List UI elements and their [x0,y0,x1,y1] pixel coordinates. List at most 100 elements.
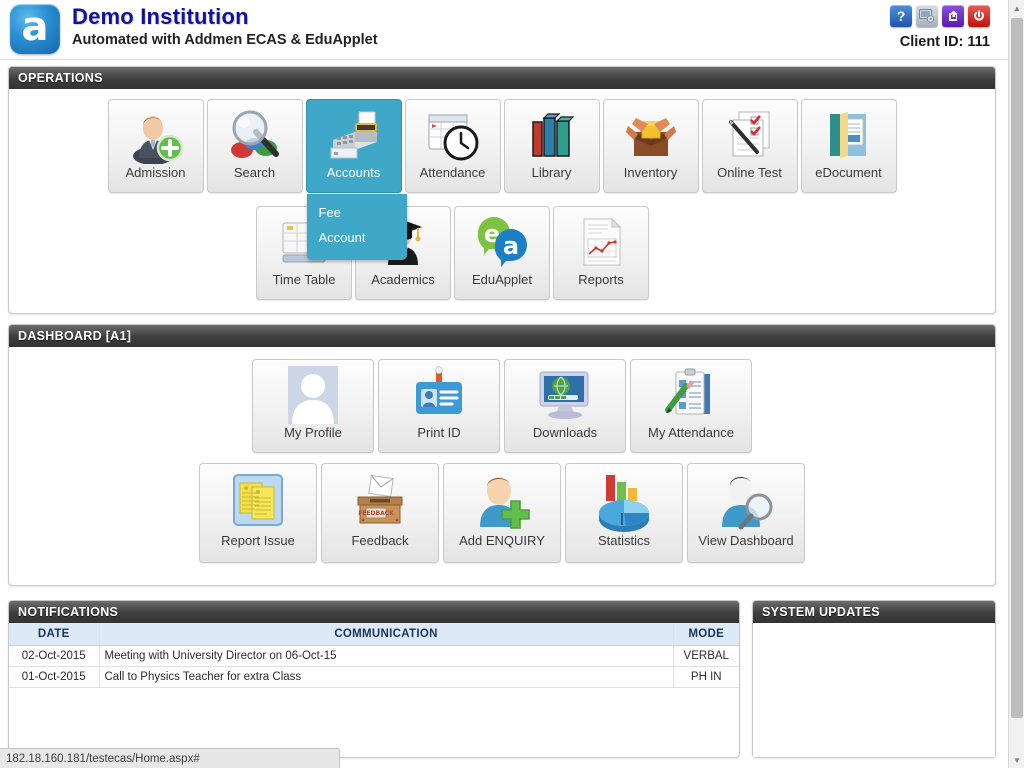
cell-communication: Call to Physics Teacher for extra Class [99,666,673,687]
id-card-icon [379,360,499,426]
user-plus-icon [444,464,560,534]
svg-text:FEEDBACK: FEEDBACK [358,510,394,517]
operation-tile-attendance[interactable]: Attendance [405,99,501,193]
dropdown-item-account[interactable]: Account [307,225,407,250]
cell-mode: VERBAL [673,645,739,666]
operations-row-1: Admission Search [9,99,995,193]
logo-letter: a [22,7,49,47]
help-icon[interactable]: ? [890,5,912,27]
operation-tile-inventory[interactable]: Inventory [603,99,699,193]
app-logo: a [10,4,60,54]
operation-tile-label: Library [505,166,599,180]
dashboard-tile-add-enquiry[interactable]: Add ENQUIRY [443,463,561,563]
notifications-panel-title: NOTIFICATIONS [18,605,118,619]
svg-text:a: a [503,232,519,260]
dashboard-tile-label: Statistics [566,534,682,548]
export-glyph [946,9,960,23]
checklist-pen-icon [703,100,797,166]
notifications-panel: NOTIFICATIONS DATE COMMUNICATION MODE 02… [8,600,740,758]
page-title: Demo Institution [72,4,249,30]
table-header-row: DATE COMMUNICATION MODE [9,623,739,645]
column-header-date: DATE [9,623,99,645]
system-updates-panel-title: SYSTEM UPDATES [762,605,880,619]
operation-tile-online-test[interactable]: Online Test [702,99,798,193]
dashboard-tile-print-id[interactable]: Print ID [378,359,500,453]
client-id-label: Client ID: 111 [900,34,990,50]
application-window: a Demo Institution Automated with Addmen… [0,0,1024,768]
dashboard-row-2: Report Issue FEEDBACK [9,463,995,563]
power-icon[interactable] [968,5,990,27]
header-icon-group: ? [890,5,990,27]
export-icon[interactable] [942,5,964,27]
operations-panel-title: OPERATIONS [18,71,103,85]
magnifier-icon [208,100,302,166]
dropdown-item-fee[interactable]: Fee [307,200,407,225]
folder-document-icon [802,100,896,166]
operation-tile-label: Online Test [703,166,797,180]
system-updates-panel: SYSTEM UPDATES [752,600,996,758]
scroll-up-arrow-icon[interactable]: ▲ [1009,0,1024,16]
dashboard-tile-label: Add ENQUIRY [444,534,560,548]
operation-tile-accounts[interactable]: Accounts Fee Account [306,99,402,193]
user-add-icon [109,100,203,166]
dashboard-panel: DASHBOARD [A1] My Profile [8,324,996,586]
row2-spacer-right [652,206,949,300]
eduapplet-icon: e a [455,207,549,273]
vertical-scrollbar[interactable]: ▲ ▼ [1008,0,1024,768]
operation-tile-label: Search [208,166,302,180]
dashboard-tile-my-profile[interactable]: My Profile [252,359,374,453]
display-settings-glyph [919,9,935,23]
dashboard-tile-label: My Attendance [631,426,751,440]
calendar-clock-icon [406,100,500,166]
cell-date: 01-Oct-2015 [9,666,99,687]
column-header-mode: MODE [673,623,739,645]
dashboard-tile-report-issue[interactable]: Report Issue [199,463,317,563]
books-icon [505,100,599,166]
user-search-icon [688,464,804,534]
profile-silhouette-icon [253,360,373,426]
monitor-download-icon [505,360,625,426]
accounts-dropdown-menu: Fee Account [307,194,407,260]
report-chart-icon [554,207,648,273]
operation-tile-search[interactable]: Search [207,99,303,193]
operation-tile-label: Academics [356,273,450,287]
page-subtitle: Automated with Addmen ECAS & EduApplet [72,32,378,48]
notifications-table: DATE COMMUNICATION MODE 02-Oct-2015 Meet… [9,623,739,688]
operations-panel-header: OPERATIONS [9,67,995,89]
dashboard-tile-my-attendance[interactable]: My Attendance [630,359,752,453]
display-settings-icon[interactable] [916,5,938,27]
operation-tile-library[interactable]: Library [504,99,600,193]
scroll-down-arrow-icon[interactable]: ▼ [1009,752,1024,768]
table-row[interactable]: 02-Oct-2015 Meeting with University Dire… [9,645,739,666]
dashboard-tile-statistics[interactable]: Statistics [565,463,683,563]
operation-tile-eduapplet[interactable]: e a EduApplet [454,206,550,300]
dashboard-tile-downloads[interactable]: Downloads [504,359,626,453]
operation-tile-label: Attendance [406,166,500,180]
dashboard-tile-view-dashboard[interactable]: View Dashboard [687,463,805,563]
operation-tile-label: EduApplet [455,273,549,287]
table-row[interactable]: 01-Oct-2015 Call to Physics Teacher for … [9,666,739,687]
dashboard-tile-feedback[interactable]: FEEDBACK Feedback [321,463,439,563]
dashboard-panel-title: DASHBOARD [A1] [18,329,131,343]
dashboard-tile-label: My Profile [253,426,373,440]
notifications-table-head: DATE COMMUNICATION MODE [9,623,739,645]
cash-register-icon [307,100,401,166]
operation-tile-reports[interactable]: Reports [553,206,649,300]
operations-row-2: Time Table Academi [9,206,995,300]
operation-tile-admission[interactable]: Admission [108,99,204,193]
scrollbar-thumb[interactable] [1011,18,1023,718]
operation-tile-edocument[interactable]: eDocument [801,99,897,193]
operation-tile-label: Admission [109,166,203,180]
notifications-panel-header: NOTIFICATIONS [9,601,739,623]
operations-panel-body: Admission Search [9,89,995,300]
feedback-box-icon: FEEDBACK [322,464,438,534]
cell-communication: Meeting with University Director on 06-O… [99,645,673,666]
open-box-icon [604,100,698,166]
help-icon-glyph: ? [897,8,906,24]
clipboard-pencil-icon [631,360,751,426]
cell-mode: PH IN [673,666,739,687]
documents-icon [200,464,316,534]
power-glyph [972,9,986,23]
pie-bar-chart-icon [566,464,682,534]
dashboard-tile-label: Feedback [322,534,438,548]
